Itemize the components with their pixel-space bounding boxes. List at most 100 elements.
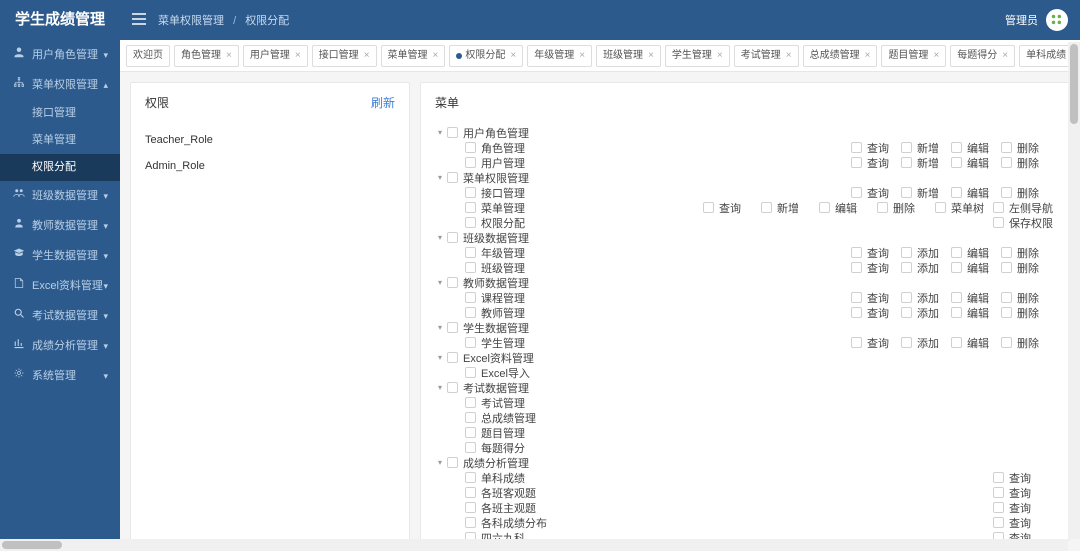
perm-查询[interactable]: 查询 [851,185,899,201]
sidebar-item-6[interactable]: 考试数据管理▾ [0,301,120,331]
checkbox[interactable] [465,202,476,213]
checkbox[interactable] [901,157,912,168]
expand-icon[interactable]: ▾ [435,128,445,138]
perm-查询[interactable]: 查询 [851,155,899,171]
sidebar-item-8[interactable]: 系统管理▾ [0,361,120,391]
perm-编辑[interactable]: 编辑 [951,245,999,261]
tab-3[interactable]: 接口管理× [312,45,377,67]
checkbox[interactable] [993,202,1004,213]
perm-添加[interactable]: 添加 [901,245,949,261]
tree-label[interactable]: Excel资料管理 [463,350,534,366]
perm-新增[interactable]: 新增 [901,185,949,201]
tab-6[interactable]: 年级管理× [527,45,592,67]
tree-label[interactable]: 学生管理 [481,335,525,351]
checkbox[interactable] [901,247,912,258]
tab-1[interactable]: 角色管理× [174,45,239,67]
tree-label[interactable]: 各班主观题 [481,500,536,516]
checkbox[interactable] [951,262,962,273]
checkbox[interactable] [447,232,458,243]
close-icon[interactable]: × [786,46,792,66]
role-item-1[interactable]: Admin_Role [131,153,409,179]
sidebar-item-7[interactable]: 成绩分析管理▾ [0,331,120,361]
checkbox[interactable] [1001,292,1012,303]
perm-编辑[interactable]: 编辑 [951,335,999,351]
checkbox[interactable] [951,307,962,318]
close-icon[interactable]: × [717,46,723,66]
checkbox[interactable] [447,352,458,363]
perm-查询[interactable]: 查询 [851,245,899,261]
perm-编辑[interactable]: 编辑 [951,140,999,156]
checkbox[interactable] [465,307,476,318]
checkbox[interactable] [851,247,862,258]
checkbox[interactable] [951,247,962,258]
checkbox[interactable] [993,472,1004,483]
sidebar-item-0[interactable]: 用户角色管理▾ [0,40,120,70]
perm-删除[interactable]: 删除 [1001,185,1049,201]
perm-左侧导航[interactable]: 左侧导航 [993,200,1049,216]
sidebar-item-2[interactable]: 班级数据管理▾ [0,181,120,211]
perm-删除[interactable]: 删除 [1001,305,1049,321]
sidebar-item-5[interactable]: Excel资料管理▾ [0,271,120,301]
tab-8[interactable]: 学生管理× [665,45,730,67]
close-icon[interactable]: × [364,46,370,66]
checkbox[interactable] [851,187,862,198]
breadcrumb-a[interactable]: 菜单权限管理 [158,15,224,27]
tree-label[interactable]: 教师管理 [481,305,525,321]
perm-删除[interactable]: 删除 [1001,260,1049,276]
hamburger-icon[interactable] [132,13,146,28]
perm-查询[interactable]: 查询 [993,500,1049,516]
checkbox[interactable] [1001,247,1012,258]
checkbox[interactable] [447,127,458,138]
checkbox[interactable] [901,187,912,198]
tree-label[interactable]: 单科成绩 [481,470,525,486]
checkbox[interactable] [901,142,912,153]
expand-icon[interactable]: ▾ [435,278,445,288]
checkbox[interactable] [465,472,476,483]
checkbox[interactable] [465,517,476,528]
tab-10[interactable]: 总成绩管理× [803,45,878,67]
checkbox[interactable] [993,217,1004,228]
sidebar-item-3[interactable]: 教师数据管理▾ [0,211,120,241]
expand-icon[interactable]: ▾ [435,383,445,393]
tree-label[interactable]: 每题得分 [481,440,525,456]
perm-编辑[interactable]: 编辑 [951,305,999,321]
sidebar-item-1[interactable]: 菜单权限管理▴ [0,70,120,100]
checkbox[interactable] [951,292,962,303]
tree-label[interactable]: 接口管理 [481,185,525,201]
perm-添加[interactable]: 添加 [901,260,949,276]
tree-label[interactable]: 菜单权限管理 [463,170,529,186]
checkbox[interactable] [901,307,912,318]
tree-label[interactable]: 考试数据管理 [463,380,529,396]
checkbox[interactable] [901,337,912,348]
checkbox[interactable] [465,217,476,228]
checkbox[interactable] [1001,157,1012,168]
expand-icon[interactable]: ▾ [435,173,445,183]
perm-删除[interactable]: 删除 [1001,290,1049,306]
perm-编辑[interactable]: 编辑 [819,200,875,216]
checkbox[interactable] [1001,142,1012,153]
sidebar-item-4[interactable]: 学生数据管理▾ [0,241,120,271]
tree-label[interactable]: 成绩分析管理 [463,455,529,471]
close-icon[interactable]: × [295,46,301,66]
close-icon[interactable]: × [648,46,654,66]
avatar[interactable] [1046,9,1068,31]
perm-查询[interactable]: 查询 [703,200,759,216]
checkbox[interactable] [951,187,962,198]
close-icon[interactable]: × [433,46,439,66]
checkbox[interactable] [851,307,862,318]
checkbox[interactable] [851,262,862,273]
perm-删除[interactable]: 删除 [877,200,933,216]
perm-查询[interactable]: 查询 [993,515,1049,531]
perm-保存权限[interactable]: 保存权限 [993,215,1049,231]
checkbox[interactable] [465,262,476,273]
perm-编辑[interactable]: 编辑 [951,260,999,276]
perm-编辑[interactable]: 编辑 [951,155,999,171]
perm-添加[interactable]: 添加 [901,290,949,306]
perm-查询[interactable]: 查询 [851,290,899,306]
perm-查询[interactable]: 查询 [993,485,1049,501]
perm-查询[interactable]: 查询 [993,470,1049,486]
checkbox[interactable] [465,142,476,153]
perm-添加[interactable]: 添加 [901,305,949,321]
perm-删除[interactable]: 删除 [1001,155,1049,171]
tree-label[interactable]: Excel导入 [481,365,530,381]
